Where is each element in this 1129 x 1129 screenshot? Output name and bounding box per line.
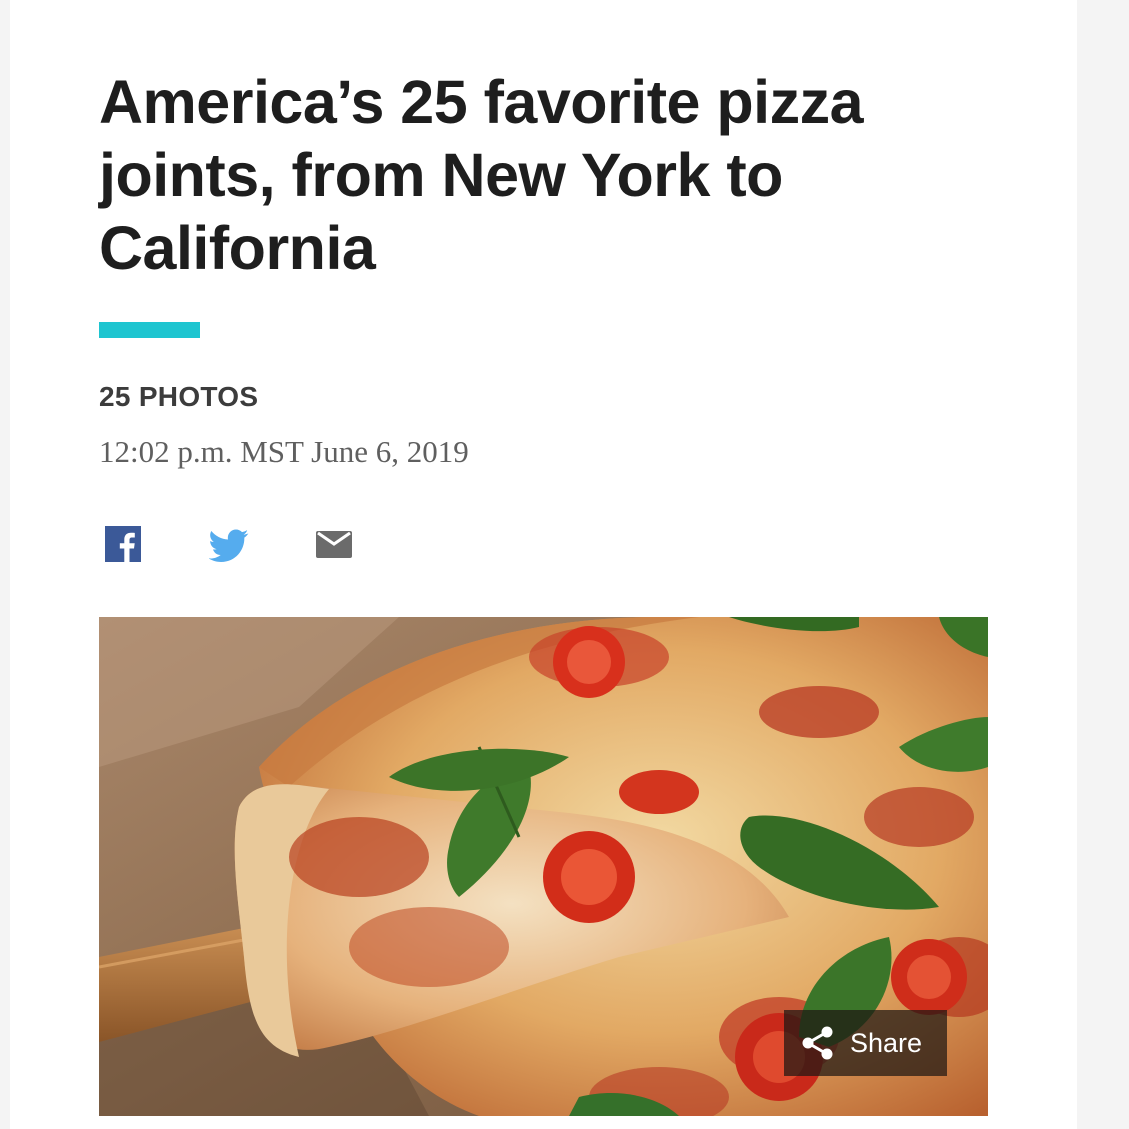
facebook-icon — [105, 526, 141, 562]
accent-bar — [99, 322, 200, 338]
email-share-button[interactable] — [314, 524, 354, 564]
hero-image[interactable]: Share — [99, 617, 988, 1116]
twitter-share-button[interactable] — [209, 524, 249, 564]
share-icon — [802, 1026, 833, 1060]
twitter-icon — [209, 529, 249, 562]
article-headline: America’s 25 favorite pizza joints, from… — [99, 68, 864, 282]
publish-timestamp: 12:02 p.m. MST June 6, 2019 — [99, 434, 469, 469]
share-button[interactable]: Share — [784, 1010, 947, 1076]
email-icon — [316, 531, 352, 558]
article-page: America’s 25 favorite pizza joints, from… — [10, 0, 1077, 1129]
share-label: Share — [850, 1027, 923, 1058]
facebook-share-button[interactable] — [104, 524, 144, 564]
photo-count: 25 PHOTOS — [99, 381, 259, 412]
